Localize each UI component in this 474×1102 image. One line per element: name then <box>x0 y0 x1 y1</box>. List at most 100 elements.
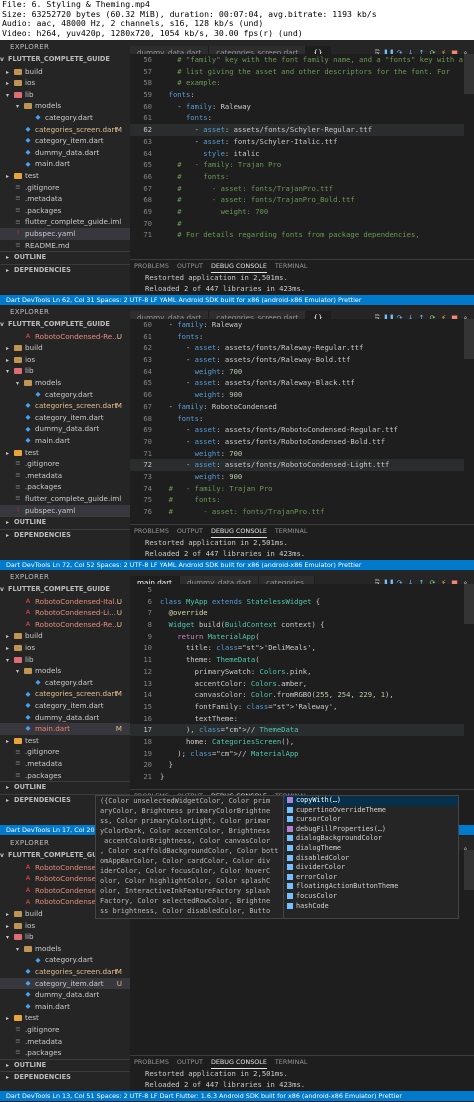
file-tree-item[interactable]: ▾ lib <box>0 89 130 101</box>
autocomplete-item[interactable]: dialogBackgroundColor <box>284 834 458 844</box>
file-tree-item[interactable]: ≡ .metadata <box>0 1036 130 1048</box>
file-tree-item[interactable]: ◆ dummy_data.dart <box>0 423 130 435</box>
panel-tab[interactable]: OUTPUT <box>177 525 203 537</box>
file-tree-item[interactable]: ◆ category.dart <box>0 112 130 124</box>
file-tree-item[interactable]: ◆ main.dart M <box>0 723 130 735</box>
step-out-icon[interactable]: ↑ <box>416 311 427 319</box>
autocomplete-item[interactable]: floatingActionButtonTheme <box>284 882 458 892</box>
scroll-thumb[interactable] <box>464 54 474 94</box>
file-tree-item[interactable]: ▾ models <box>0 100 130 112</box>
code-editor[interactable]: 60 - family: Raleway 61 fonts: 62 - asset:… <box>130 319 464 524</box>
autocomplete-item[interactable]: focusColor <box>284 892 458 902</box>
file-tree-item[interactable]: ▸ ios <box>0 920 130 932</box>
file-tree-item[interactable]: ▸ test <box>0 1012 130 1024</box>
step-over-icon[interactable]: ↷ <box>394 576 405 584</box>
editor-tab[interactable]: {} <box>306 46 331 54</box>
file-tree-item[interactable]: ◆ categories_screen.dart M <box>0 124 130 136</box>
minimap[interactable] <box>464 54 474 259</box>
file-tree-item[interactable]: ▸ ios <box>0 77 130 89</box>
editor-tab[interactable]: main.dart <box>130 576 180 584</box>
file-tree-item[interactable]: ≡ .metadata <box>0 758 130 770</box>
autocomplete-item[interactable]: errorColor <box>284 873 458 883</box>
panel-tab[interactable]: OUTPUT <box>177 260 203 272</box>
autocomplete-item[interactable]: hashCode <box>284 902 458 912</box>
step-into-icon[interactable]: ↓ <box>405 311 416 319</box>
file-tree-item[interactable]: ≡ .packages <box>0 770 130 782</box>
file-tree-item[interactable]: ≡ .gitignore <box>0 1024 130 1036</box>
autocomplete-item[interactable]: dividerColor <box>284 863 458 873</box>
file-tree-item[interactable]: ◆ main.dart <box>0 1001 130 1013</box>
autocomplete-item[interactable]: dialogTheme <box>284 844 458 854</box>
search-icon[interactable]: ⌕ <box>460 576 471 584</box>
file-tree-item[interactable]: ◆ dummy_data.dart <box>0 712 130 724</box>
stop-icon[interactable]: ■ <box>449 311 460 319</box>
project-root[interactable]: v FLUTTER_COMPLETE_GUIDE <box>0 54 130 66</box>
file-tree-item[interactable]: ◆ category.dart <box>0 389 130 401</box>
file-tree-item[interactable]: ≡ .metadata <box>0 193 130 205</box>
file-tree-item[interactable]: ≡ .gitignore <box>0 182 130 194</box>
panel-tab[interactable]: TERMINAL <box>275 525 308 537</box>
panel-tab[interactable]: PROBLEMS <box>134 1056 169 1068</box>
scroll-thumb[interactable] <box>464 850 474 890</box>
scroll-thumb[interactable] <box>464 584 474 624</box>
search-icon[interactable]: ⌕ <box>460 46 471 54</box>
file-tree-item[interactable]: ▸ ios <box>0 354 130 366</box>
panel-tab[interactable]: TERMINAL <box>275 260 308 272</box>
outline-section[interactable]: ▸ OUTLINE <box>0 781 130 794</box>
panel-tab[interactable]: PROBLEMS <box>134 525 169 537</box>
file-tree-item[interactable]: ◆ category_item.dart U <box>0 977 130 990</box>
file-tree-item[interactable]: ≡ flutter_complete_guide.iml <box>0 493 130 505</box>
dependencies-section[interactable]: ▸ DEPENDENCIES <box>0 1071 130 1084</box>
autocomplete-item[interactable]: disabledColor <box>284 854 458 864</box>
dependencies-section[interactable]: ▸ DEPENDENCIES <box>0 263 130 277</box>
file-tree-item[interactable]: ▾ models <box>0 943 130 955</box>
file-tree-item[interactable]: ◆ dummy_data.dart <box>0 147 130 159</box>
file-tree-item[interactable]: ▾ lib <box>0 365 130 377</box>
file-tree-item[interactable]: ◆ category_item.dart <box>0 412 130 424</box>
outline-section[interactable]: ▸ OUTLINE <box>0 1058 130 1072</box>
split-icon[interactable]: ⎘ <box>372 311 383 319</box>
panel-tab[interactable]: TERMINAL <box>275 1056 308 1068</box>
editor-tab[interactable]: categories_screen.dart <box>209 46 307 54</box>
file-tree-item[interactable]: ◆ main.dart <box>0 435 130 447</box>
file-tree-item[interactable]: ◆ category_item.dart <box>0 135 130 147</box>
outline-section[interactable]: ▸ OUTLINE <box>0 251 130 264</box>
editor-tab[interactable]: dummy_data.dart <box>179 576 260 584</box>
file-tree-item[interactable]: ◆ main.dart <box>0 158 130 170</box>
editor-tab[interactable]: categories_screen.dart <box>209 311 307 319</box>
pause-icon[interactable]: ❚❚ <box>383 311 395 319</box>
split-icon[interactable]: ⎘ <box>372 46 383 54</box>
editor-tab[interactable]: dummy_data.dart <box>130 311 210 319</box>
file-tree-item[interactable]: ▸ build <box>0 66 130 78</box>
file-tree-item[interactable]: A RobotoCondensed-Li...U <box>0 607 130 619</box>
step-into-icon[interactable]: ↓ <box>405 576 416 584</box>
panel-tab[interactable]: DEBUG CONSOLE <box>210 1056 267 1069</box>
dependencies-section[interactable]: ▸ DEPENDENCIES <box>0 528 130 542</box>
file-tree-item[interactable]: ▸ test <box>0 735 130 747</box>
file-tree-item[interactable]: ≡ .packages <box>0 205 130 217</box>
file-tree-item[interactable]: ≡ README.md <box>0 240 130 252</box>
code-editor[interactable]: 56 # "family" key with the font family n… <box>130 54 464 259</box>
file-tree-item[interactable]: A RobotoCondensed-Ital...U <box>0 596 130 608</box>
file-tree-item[interactable]: ◆ categories_screen.dart M <box>0 400 130 412</box>
file-tree-item[interactable]: ≡ .metadata <box>0 470 130 482</box>
project-root[interactable]: v FLUTTER_COMPLETE_GUIDE <box>0 584 130 596</box>
file-tree-item[interactable]: ▾ models <box>0 377 130 389</box>
file-tree-item[interactable]: ! pubspec.yaml <box>0 504 130 517</box>
minimap[interactable] <box>464 584 474 789</box>
autocomplete-item[interactable]: copyWith(…) <box>284 796 458 806</box>
minimap[interactable] <box>464 319 474 524</box>
file-tree-item[interactable]: ≡ .packages <box>0 481 130 493</box>
code-editor[interactable]: 5 6 class MyApp extends StatelessWidget {7… <box>130 584 464 789</box>
editor-tab[interactable]: dummy_data.dart <box>130 46 210 54</box>
search-icon[interactable]: ⌕ <box>460 842 471 850</box>
file-tree-item[interactable]: ▾ models <box>0 665 130 677</box>
file-tree-item[interactable]: ◆ categories_screen.dart M <box>0 966 130 978</box>
step-into-icon[interactable]: ↓ <box>405 46 416 54</box>
hot-reload-icon[interactable]: ⚡ <box>438 311 449 319</box>
stop-icon[interactable]: ■ <box>449 576 460 584</box>
file-tree-item[interactable]: ≡ .gitignore <box>0 746 130 758</box>
pause-icon[interactable]: ❚❚ <box>383 46 395 54</box>
file-tree-item[interactable]: ▸ test <box>0 170 130 182</box>
file-tree-item[interactable]: ▸ build <box>0 342 130 354</box>
